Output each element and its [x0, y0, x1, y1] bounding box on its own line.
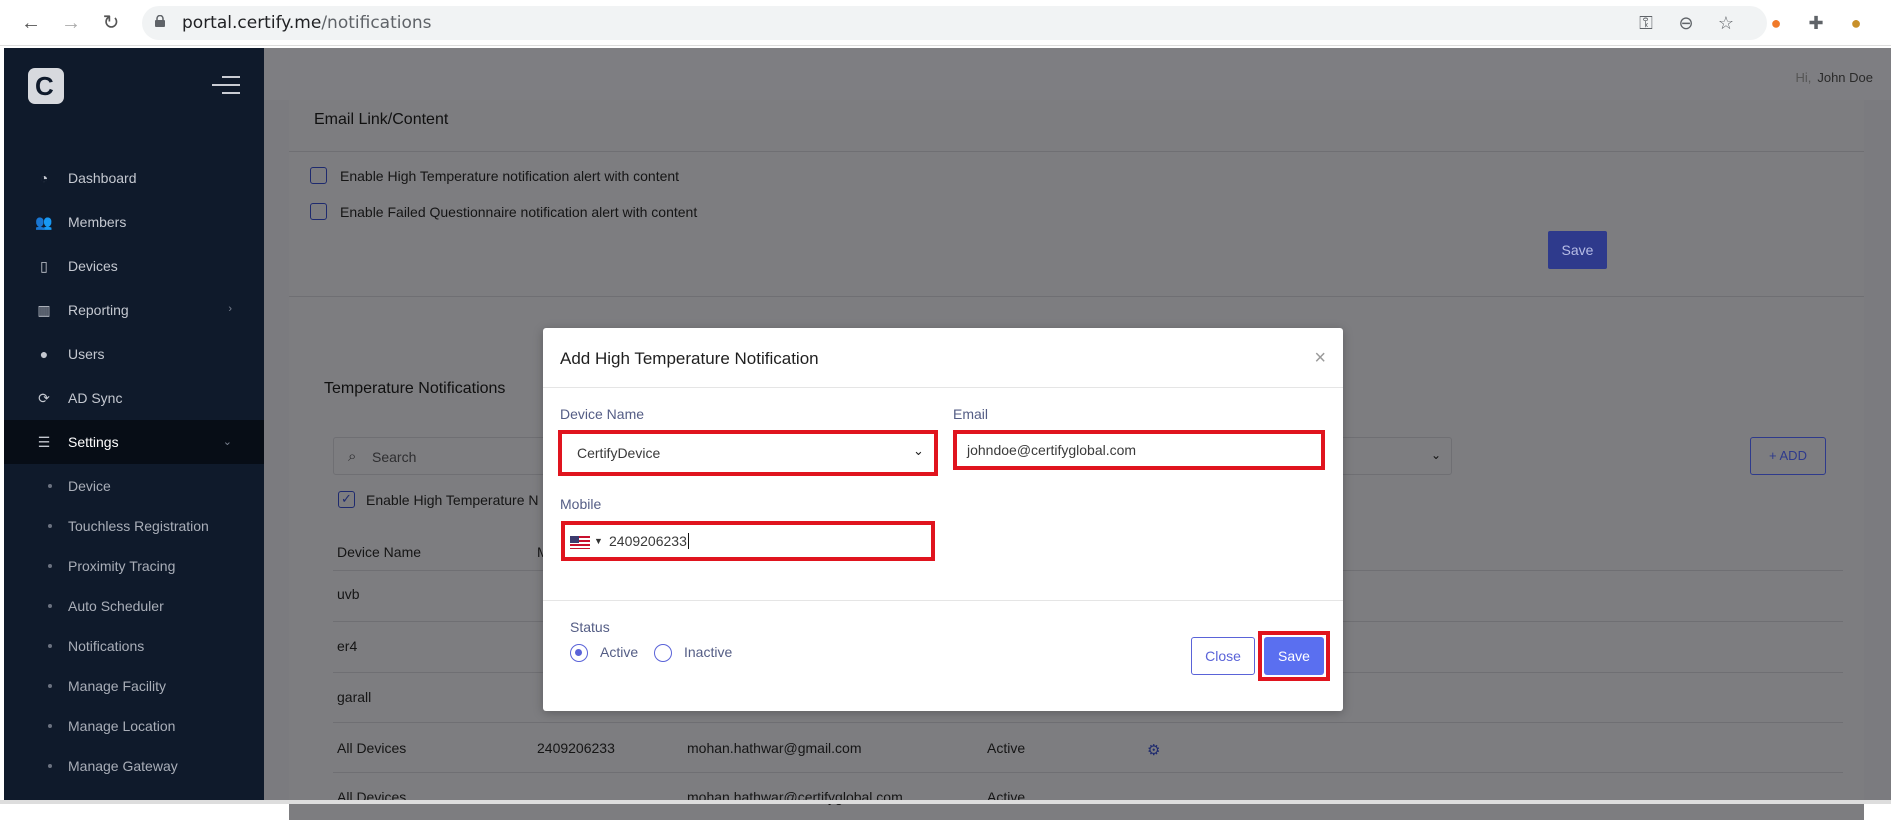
chevron-down-icon: ⌄	[222, 436, 232, 448]
url-text: portal.certify.me/notifications	[182, 13, 432, 33]
sidebar-item-label: Users	[68, 346, 105, 362]
browser-toolbar: ← → ↻ portal.certify.me/notifications ⚿ …	[0, 0, 1891, 46]
device-name-select[interactable]: CertifyDevice ⌄	[558, 430, 938, 476]
subnav-proximity-tracing[interactable]: Proximity Tracing	[4, 546, 264, 586]
sidebar-item-label: Devices	[68, 258, 118, 274]
zoom-icon[interactable]: ⊖	[1673, 10, 1699, 36]
add-notification-modal: Add High Temperature Notification × Devi…	[543, 328, 1343, 711]
sidebar-item-dashboard[interactable]: ◔ Dashboard	[4, 156, 264, 200]
search-icon: ⌕	[348, 448, 357, 465]
email-label: Email	[953, 406, 989, 422]
enable-high-temp-label: Enable High Temperature N	[366, 492, 539, 508]
key-icon[interactable]: ⚿	[1633, 10, 1659, 36]
sidebar-item-label: Settings	[68, 434, 119, 450]
sidebar-item-label: Reporting	[68, 302, 129, 318]
subnav-notifications[interactable]: Notifications	[4, 626, 264, 666]
profile-avatar[interactable]: ●	[1843, 10, 1869, 36]
menu-toggle-icon[interactable]	[212, 76, 240, 98]
chevron-right-icon: ›	[228, 303, 232, 315]
sidebar-item-members[interactable]: 👥 Members	[4, 200, 264, 244]
sidebar-item-users[interactable]: ● Users	[4, 332, 264, 376]
user-greeting: Hi, John Doe	[1795, 70, 1873, 85]
caret-down-icon[interactable]: ▼	[594, 536, 603, 546]
settings-icon: ☰	[37, 434, 51, 450]
table-row-mobile: 2409206233	[537, 740, 615, 756]
star-icon[interactable]: ☆	[1713, 10, 1739, 36]
sync-icon: ⟳	[38, 390, 50, 406]
table-row-email: mohan.hathwar@gmail.com	[687, 740, 862, 756]
members-icon: 👥	[35, 214, 53, 230]
close-icon[interactable]: ×	[1314, 347, 1326, 370]
status-label: Status	[570, 619, 610, 635]
table-row-device: All Devices	[337, 740, 407, 756]
subnav-device[interactable]: Device	[4, 466, 264, 506]
sidebar-item-label: AD Sync	[68, 390, 123, 406]
enable-high-temp-checkbox[interactable]: ✓	[338, 491, 355, 508]
subnav-manage-gateway[interactable]: Manage Gateway	[4, 746, 264, 786]
subnav-touchless-registration[interactable]: Touchless Registration	[4, 506, 264, 546]
chevron-down-icon: ⌄	[913, 443, 924, 458]
us-flag-icon[interactable]	[570, 536, 590, 549]
devices-icon: ▯	[40, 258, 48, 274]
checkbox-failed-questionnaire-content[interactable]: Enable Failed Questionnaire notification…	[310, 203, 697, 220]
subnav-manage-facility[interactable]: Manage Facility	[4, 666, 264, 706]
lock-icon	[155, 15, 165, 27]
modal-title: Add High Temperature Notification	[560, 349, 819, 368]
forward-icon[interactable]: →	[58, 10, 84, 36]
status-inactive-radio[interactable]	[654, 644, 672, 662]
checkbox-high-temp-content[interactable]: Enable High Temperature notification ale…	[310, 167, 679, 184]
reporting-icon: ▥	[37, 302, 51, 318]
dashboard-icon: ◔	[39, 170, 49, 186]
status-active-radio[interactable]	[570, 644, 588, 662]
mobile-label: Mobile	[560, 496, 602, 512]
status-active-label: Active	[600, 644, 639, 660]
gear-icon[interactable]: ⚙	[1147, 741, 1160, 759]
sidebar-item-devices[interactable]: ▯ Devices	[4, 244, 264, 288]
back-icon[interactable]: ←	[18, 10, 44, 36]
extension-icon[interactable]: ●	[1763, 10, 1789, 36]
sidebar-item-label: Members	[68, 214, 127, 230]
sidebar: C ◔ Dashboard 👥 Members ▯ Devices ▥ Repo…	[4, 48, 264, 800]
settings-submenu: Device Touchless Registration Proximity …	[4, 464, 264, 786]
checkbox[interactable]	[310, 203, 327, 220]
certify-logo[interactable]: C	[28, 68, 64, 104]
temperature-section-title: Temperature Notifications	[324, 380, 506, 397]
table-row-device: uvb	[337, 586, 360, 602]
email-field[interactable]: johndoe@certifyglobal.com	[953, 430, 1325, 470]
subnav-manage-location[interactable]: Manage Location	[4, 706, 264, 746]
add-button[interactable]: + ADD	[1750, 437, 1826, 475]
save-button[interactable]: Save	[1264, 637, 1324, 675]
email-section-title: Email Link/Content	[314, 111, 449, 128]
checkbox[interactable]	[310, 167, 327, 184]
status-filter-select[interactable]: ⌄	[1340, 437, 1452, 475]
user-icon: ●	[39, 346, 49, 362]
column-header-device-name: Device Name	[337, 544, 422, 560]
subnav-auto-scheduler[interactable]: Auto Scheduler	[4, 586, 264, 626]
close-button[interactable]: Close	[1191, 637, 1255, 675]
device-name-label: Device Name	[560, 406, 645, 422]
chevron-down-icon: ⌄	[1430, 448, 1441, 462]
sidebar-nav: ◔ Dashboard 👥 Members ▯ Devices ▥ Report…	[4, 156, 264, 786]
table-row-device: er4	[337, 638, 358, 654]
table-row-device: garall	[337, 689, 372, 705]
sidebar-item-ad-sync[interactable]: ⟳ AD Sync	[4, 376, 264, 420]
table-row-status: Active	[987, 740, 1026, 756]
sidebar-item-reporting[interactable]: ▥ Reporting ›	[4, 288, 264, 332]
top-header	[264, 48, 1891, 100]
sidebar-item-settings[interactable]: ☰ Settings ⌄	[4, 420, 264, 464]
mobile-field[interactable]: ▼ 2409206233	[561, 521, 935, 561]
email-save-button[interactable]: Save	[1548, 231, 1607, 269]
reload-icon[interactable]: ↻	[98, 10, 124, 36]
status-inactive-label: Inactive	[684, 644, 733, 660]
puzzle-icon[interactable]: ✚	[1803, 10, 1829, 36]
sidebar-item-label: Dashboard	[68, 170, 137, 186]
